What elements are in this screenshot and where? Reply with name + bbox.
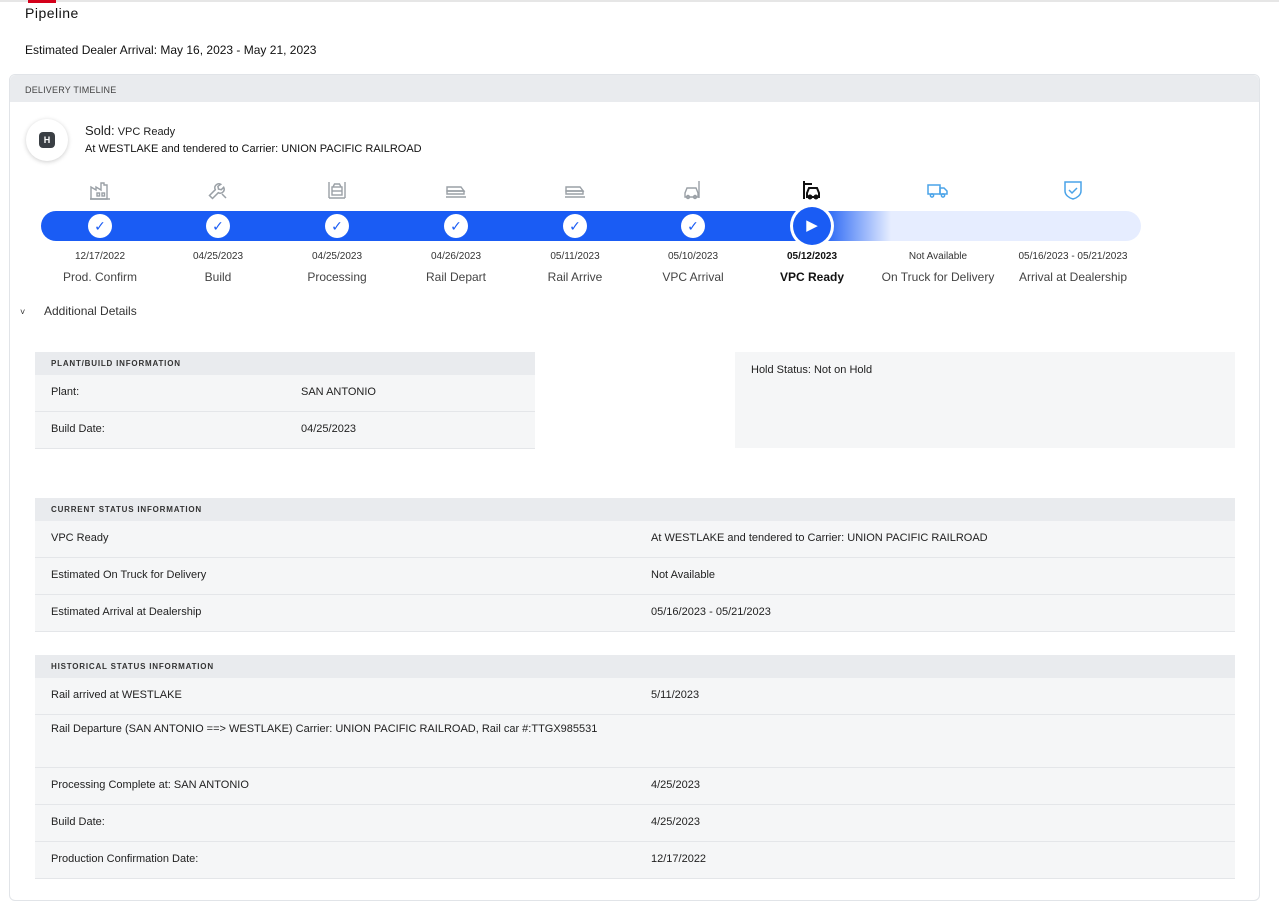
step-date: 04/26/2023 [430, 251, 482, 262]
row-key: Plant: [51, 386, 80, 398]
row-key: Processing Complete at: SAN ANTONIO [51, 779, 249, 791]
step-date: 05/10/2023 [667, 251, 719, 262]
row-value: 4/25/2023 [651, 779, 700, 791]
rail-arrive-icon [563, 178, 587, 202]
sold-status: Sold: VPC Ready [85, 123, 175, 138]
row-value: 4/25/2023 [651, 816, 700, 828]
step-date: Not Available [908, 251, 968, 262]
top-border [0, 0, 1279, 2]
row-value: SAN ANTONIO [301, 386, 376, 398]
step-date: 05/12/2023 [786, 251, 838, 262]
current-status-header: CURRENT STATUS INFORMATION [35, 498, 1235, 521]
additional-details-label: Additional Details [44, 304, 137, 318]
step-date: 04/25/2023 [192, 251, 244, 262]
row-value: 05/16/2023 - 05/21/2023 [651, 606, 771, 618]
plant-build-header: PLANT/BUILD INFORMATION [35, 352, 535, 375]
truck-icon [926, 178, 950, 202]
row-key: Build Date: [51, 816, 105, 828]
step-label: On Truck for Delivery [881, 270, 995, 284]
step-date: 05/11/2023 [550, 251, 600, 262]
table-row: Build Date: 04/25/2023 [35, 412, 535, 449]
row-key: Rail arrived at WESTLAKE [51, 689, 182, 701]
step-date: 04/25/2023 [311, 251, 363, 262]
row-value: At WESTLAKE and tendered to Carrier: UNI… [651, 532, 988, 544]
table-row: Build Date: 4/25/2023 [35, 805, 1235, 842]
dealer-badge-icon: H [39, 132, 55, 148]
step-complete-check-icon: ✓ [206, 214, 230, 238]
row-key: Production Confirmation Date: [51, 853, 199, 865]
step-complete-check-icon: ✓ [325, 214, 349, 238]
row-value: 5/11/2023 [651, 689, 700, 701]
row-value: 04/25/2023 [301, 423, 357, 435]
estimated-arrival: Estimated Dealer Arrival: May 16, 2023 -… [25, 43, 317, 57]
avatar: H [26, 119, 68, 161]
step-date: 05/16/2023 - 05/21/2023 [1018, 251, 1128, 262]
step-complete-check-icon: ✓ [563, 214, 587, 238]
factory-icon [88, 178, 112, 202]
step-complete-check-icon: ✓ [88, 214, 112, 238]
step-label: Arrival at Dealership [1018, 270, 1128, 284]
vpc-ready-icon [800, 178, 824, 202]
historical-status-header: HISTORICAL STATUS INFORMATION [35, 655, 1235, 678]
chevron-down-icon: ˅ [20, 307, 26, 317]
step-date: 12/17/2022 [74, 251, 126, 262]
table-row: Processing Complete at: SAN ANTONIO 4/25… [35, 768, 1235, 805]
wrench-icon [206, 178, 230, 202]
table-row: Plant: SAN ANTONIO [35, 375, 535, 412]
sold-value: VPC Ready [117, 126, 176, 138]
plant-build-card: PLANT/BUILD INFORMATION Plant: SAN ANTON… [35, 352, 535, 449]
table-row: Rail arrived at WESTLAKE 5/11/2023 [35, 678, 1235, 715]
brand-accent [28, 0, 56, 3]
step-current-play-icon: ▶ [793, 207, 831, 245]
page-title: Pipeline [25, 5, 79, 21]
historical-status-card: HISTORICAL STATUS INFORMATION Rail arriv… [35, 655, 1235, 879]
sold-label: Sold: [85, 123, 115, 138]
row-key: Rail Departure (SAN ANTONIO ==> WESTLAKE… [51, 723, 598, 735]
current-status-card: CURRENT STATUS INFORMATION VPC Ready At … [35, 498, 1235, 632]
row-value: 12/17/2022 [651, 853, 707, 865]
row-key: Build Date: [51, 423, 105, 435]
row-value: Not Available [651, 569, 716, 581]
panel-header: DELIVERY TIMELINE [10, 75, 1259, 102]
processing-icon [325, 178, 349, 202]
delivery-timeline: ✓ 12/17/2022 Prod. Confirm ✓ 04/25/2023 … [10, 175, 1261, 295]
step-complete-check-icon: ✓ [681, 214, 705, 238]
hold-status-card: Hold Status: Not on Hold [735, 352, 1235, 448]
step-complete-check-icon: ✓ [444, 214, 468, 238]
table-row: VPC Ready At WESTLAKE and tendered to Ca… [35, 521, 1235, 558]
table-row: Estimated On Truck for Delivery Not Avai… [35, 558, 1235, 595]
table-row: Estimated Arrival at Dealership 05/16/20… [35, 595, 1235, 632]
hold-status: Hold Status: Not on Hold [751, 364, 873, 376]
shield-check-icon [1061, 178, 1085, 202]
vpc-arrival-icon [681, 178, 705, 202]
row-key: VPC Ready [51, 532, 109, 544]
table-row: Production Confirmation Date: 12/17/2022 [35, 842, 1235, 879]
carrier-location: At WESTLAKE and tendered to Carrier: UNI… [85, 143, 422, 155]
delivery-timeline-panel: DELIVERY TIMELINE H Sold: VPC Ready At W… [9, 74, 1260, 901]
row-key: Estimated Arrival at Dealership [51, 606, 202, 618]
row-key: Estimated On Truck for Delivery [51, 569, 207, 581]
rail-depart-icon [444, 178, 468, 202]
table-row: Rail Departure (SAN ANTONIO ==> WESTLAKE… [35, 715, 1235, 768]
additional-details-toggle[interactable]: ˅ Additional Details [20, 304, 137, 318]
